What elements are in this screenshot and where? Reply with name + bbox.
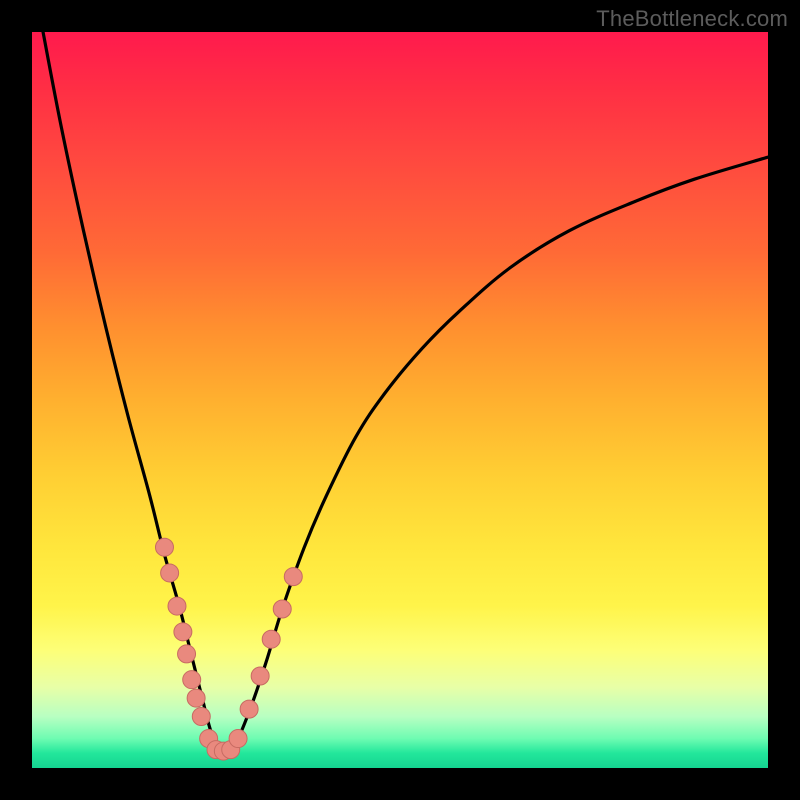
data-dot: [161, 564, 179, 582]
data-dot: [251, 667, 269, 685]
plot-area: [32, 32, 768, 768]
data-dot: [178, 645, 196, 663]
watermark-text: TheBottleneck.com: [596, 6, 788, 32]
data-dot: [168, 597, 186, 615]
data-dot: [183, 671, 201, 689]
data-dot: [192, 707, 210, 725]
data-dot: [284, 568, 302, 586]
data-dot: [187, 689, 205, 707]
data-dot: [262, 630, 280, 648]
data-dot: [155, 538, 173, 556]
data-dot: [240, 700, 258, 718]
data-dot: [273, 600, 291, 618]
chart-frame: TheBottleneck.com: [0, 0, 800, 800]
data-dot: [174, 623, 192, 641]
data-dots: [32, 32, 768, 768]
data-dot: [229, 730, 247, 748]
